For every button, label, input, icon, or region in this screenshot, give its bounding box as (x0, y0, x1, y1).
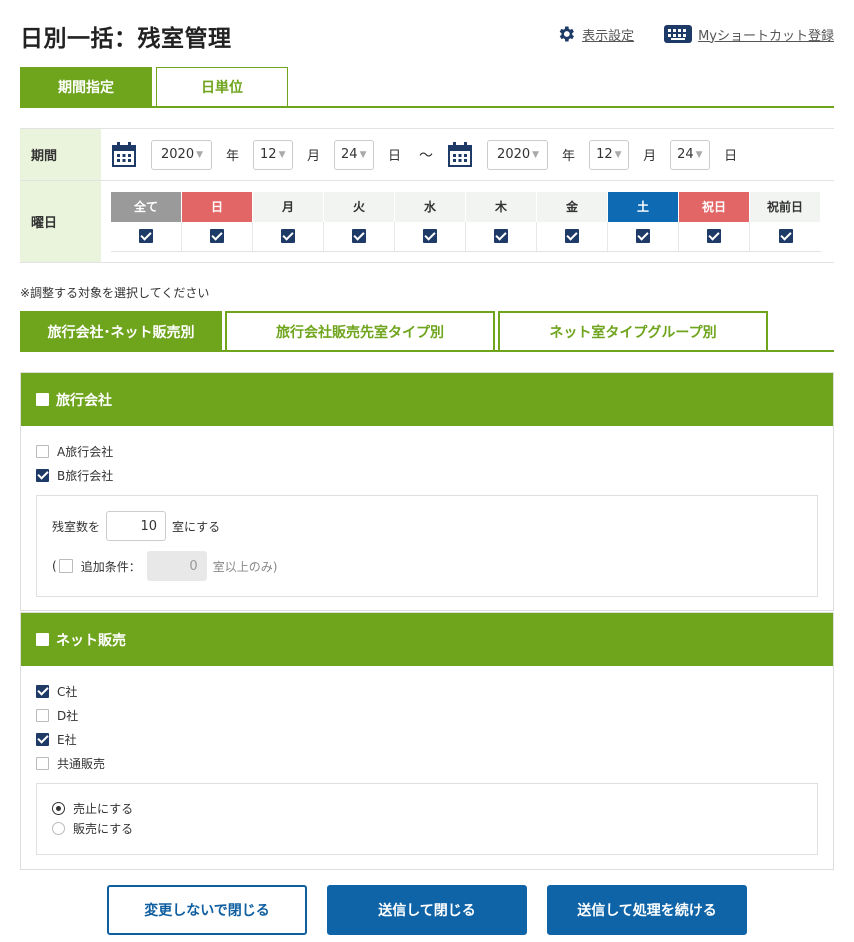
from-day-select[interactable]: 24 ▼ (334, 139, 375, 170)
list-item[interactable]: A旅行会社 (21, 439, 833, 463)
calendar-from-icon[interactable] (111, 141, 137, 168)
agency-panel: 旅行会社 A旅行会社 B旅行会社 残室数を 10 室にする ( 追加条件： 0 … (20, 372, 834, 611)
extra-condition-checkbox[interactable] (58, 559, 73, 573)
instruction-note: ※調整する対象を選択してください (20, 286, 210, 300)
net-panel: ネット販売 C社 D社 E社 共通販売 売止にする 販売にする (20, 612, 834, 870)
weekday-row: 曜日 全て 日 月 火 水 木 金 土 祝日 祝前日 (20, 181, 834, 263)
calendar-to-icon[interactable] (447, 141, 473, 168)
weekday-checkbox-thu[interactable] (494, 229, 508, 243)
condition-table: 期間 2020▼ 年 12▼ 月 24▼ 日 ～ 2020▼ 年 12 (20, 128, 834, 263)
weekday-head-mon: 月 (253, 191, 324, 222)
list-item[interactable]: B旅行会社 (21, 463, 833, 487)
tab-agency-room-type[interactable]: 旅行会社販売先室タイプ別 (225, 311, 495, 350)
on-sale-radio[interactable] (52, 821, 65, 835)
shortcut-link[interactable]: Myショートカット登録 (664, 25, 834, 44)
period-row: 期間 2020▼ 年 12▼ 月 24▼ 日 ～ 2020▼ 年 12 (20, 129, 834, 181)
net-e-checkbox[interactable] (36, 732, 49, 746)
from-year-select[interactable]: 2020 ▼ (151, 139, 212, 170)
submit-continue-button[interactable]: 送信して処理を続ける (547, 885, 747, 935)
top-links: 表示設定 Myショートカット登録 (556, 24, 834, 44)
list-item[interactable]: C社 (21, 679, 833, 703)
net-settings-box: 売止にする 販売にする (36, 783, 818, 855)
keyboard-icon (664, 25, 693, 43)
weekday-head-sun: 日 (182, 191, 253, 222)
tab-period[interactable]: 期間指定 (20, 67, 152, 106)
agency-panel-title: 旅行会社 (56, 392, 112, 409)
weekday-checkbox-holiday[interactable] (707, 229, 721, 243)
list-item[interactable]: 共通販売 (21, 751, 833, 775)
weekday-checkbox-all[interactable] (139, 229, 153, 243)
net-common-checkbox[interactable] (36, 756, 49, 770)
tab-net-room-group[interactable]: ネット室タイプグループ別 (498, 311, 768, 350)
weekday-checkbox-sun[interactable] (210, 229, 224, 243)
mode-tabs: 期間指定 日単位 (20, 67, 834, 108)
weekday-head-pre-holiday: 祝前日 (750, 191, 821, 222)
display-settings-label: 表示設定 (582, 28, 635, 44)
radio-on-sale[interactable]: 販売にする (37, 818, 817, 838)
to-month-select[interactable]: 12 ▼ (589, 139, 630, 170)
weekday-head-holiday: 祝日 (679, 191, 750, 222)
weekday-head-thu: 木 (466, 191, 537, 222)
to-day-select[interactable]: 24 ▼ (670, 139, 711, 170)
tab-daily[interactable]: 日単位 (156, 67, 288, 106)
net-all-checkbox[interactable] (36, 633, 49, 646)
weekday-grid: 全て 日 月 火 水 木 金 土 祝日 祝前日 (111, 191, 821, 252)
agency-settings-box: 残室数を 10 室にする ( 追加条件： 0 室以上のみ) (36, 495, 818, 597)
weekday-head-sat: 土 (608, 191, 679, 222)
shortcut-label: Myショートカット登録 (698, 28, 834, 44)
rooms-count-input[interactable]: 10 (106, 511, 167, 541)
range-tilde: ～ (419, 147, 434, 164)
submit-close-button[interactable]: 送信して閉じる (327, 885, 527, 935)
page-title: 日別一括：残室管理 (20, 26, 232, 52)
weekday-head-wed: 水 (395, 191, 466, 222)
net-c-checkbox[interactable] (36, 684, 49, 698)
list-item[interactable]: D社 (21, 703, 833, 727)
weekday-checkbox-pre-holiday[interactable] (778, 229, 793, 243)
radio-stop-sale[interactable]: 売止にする (37, 798, 817, 818)
weekday-checkbox-tue[interactable] (352, 229, 366, 243)
weekday-checkbox-wed[interactable] (423, 229, 437, 243)
agency-b-checkbox[interactable] (36, 468, 49, 482)
action-buttons: 変更しないで閉じる 送信して閉じる 送信して処理を続ける (107, 885, 747, 935)
list-item[interactable]: E社 (21, 727, 833, 751)
extra-condition-input[interactable]: 0 (146, 551, 207, 581)
display-settings-link[interactable]: 表示設定 (556, 24, 634, 44)
period-label: 期間 (20, 129, 101, 180)
to-year-select[interactable]: 2020 ▼ (487, 139, 549, 170)
gear-icon (559, 26, 575, 42)
target-tabs: 旅行会社･ネット販売別 旅行会社販売先室タイプ別 ネット室タイプグループ別 (20, 311, 834, 352)
weekday-label: 曜日 (20, 181, 101, 262)
net-panel-header: ネット販売 (21, 613, 833, 666)
weekday-checkbox-sat[interactable] (636, 229, 650, 243)
close-without-change-button[interactable]: 変更しないで閉じる (107, 885, 307, 935)
net-d-checkbox[interactable] (36, 708, 49, 722)
agency-a-checkbox[interactable] (36, 444, 49, 458)
weekday-checkbox-fri[interactable] (565, 229, 579, 243)
tab-agency-net[interactable]: 旅行会社･ネット販売別 (20, 311, 222, 350)
agency-all-checkbox[interactable] (36, 393, 49, 406)
weekday-head-fri: 金 (537, 191, 608, 222)
weekday-checkbox-mon[interactable] (281, 229, 295, 243)
stop-sale-radio[interactable] (52, 801, 65, 815)
agency-panel-header: 旅行会社 (21, 373, 833, 426)
weekday-head-tue: 火 (324, 191, 395, 222)
from-month-select[interactable]: 12 ▼ (253, 139, 294, 170)
net-panel-title: ネット販売 (56, 632, 126, 649)
weekday-head-all: 全て (111, 191, 182, 222)
